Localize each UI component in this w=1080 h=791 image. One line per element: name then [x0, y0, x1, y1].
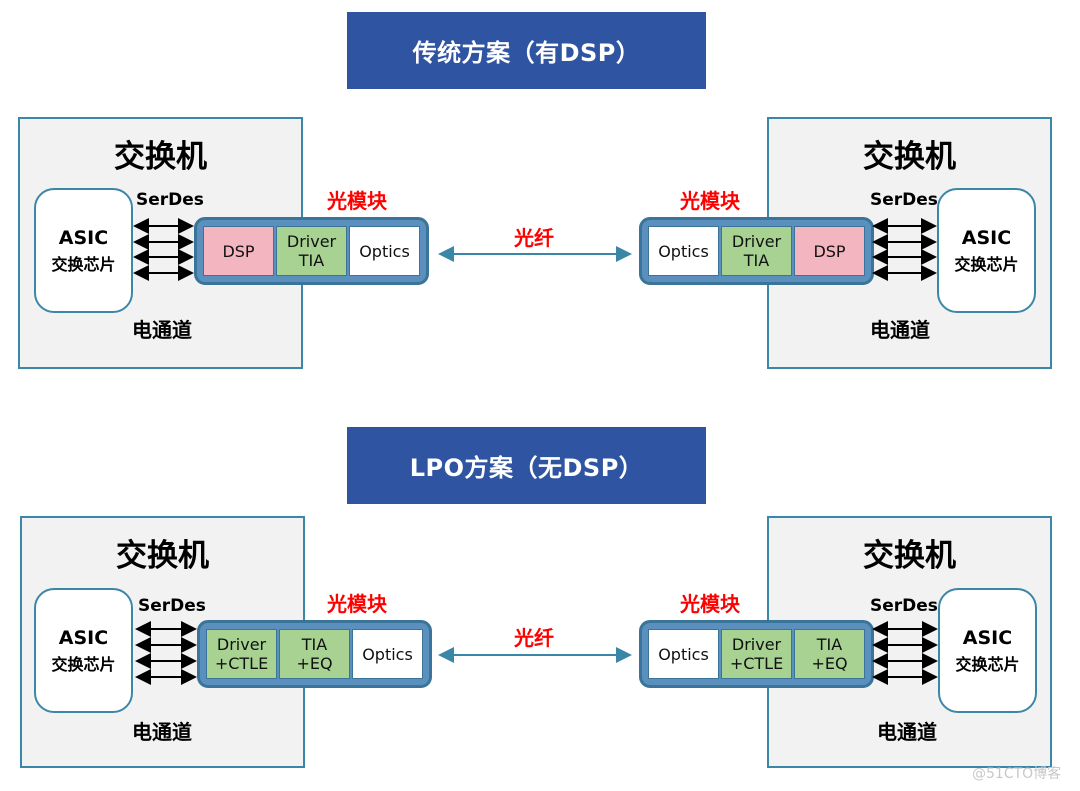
arrows-layer	[133, 218, 938, 685]
